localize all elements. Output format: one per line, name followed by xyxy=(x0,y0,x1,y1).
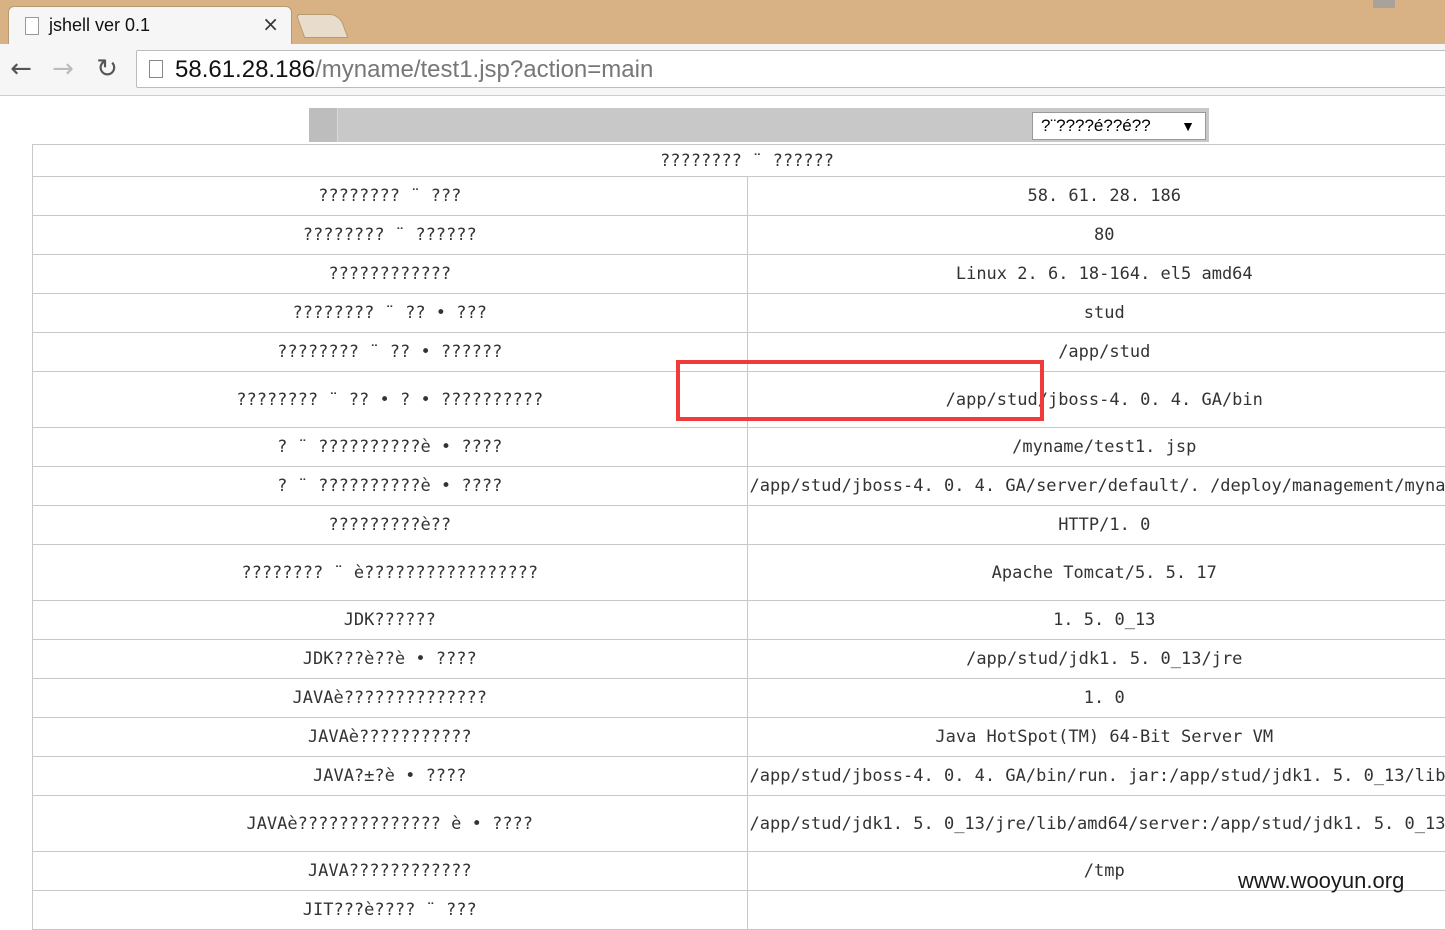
row-value: /app/stud/jboss-4. 0. 4. GA/bin/run. jar… xyxy=(747,757,1445,796)
select-value: ?¨????é??é?? xyxy=(1041,116,1151,135)
forward-icon[interactable]: → xyxy=(48,54,78,84)
table-row: ???????? ¨ è?????????????????Apache Tomc… xyxy=(33,545,1445,601)
table-row: ???????? ¨ ??????80 xyxy=(33,216,1445,255)
highlight-box xyxy=(676,360,1044,421)
table-row: JIT???è???? ¨ ??? xyxy=(33,891,1445,930)
table-row: JDK???è??è • ????/app/stud/jdk1. 5. 0_13… xyxy=(33,640,1445,679)
table-row: ????????????Linux 2. 6. 18-164. el5 amd6… xyxy=(33,255,1445,294)
row-label: JIT???è???? ¨ ??? xyxy=(33,891,748,930)
browser-tab[interactable]: jshell ver 0.1 × xyxy=(8,6,292,44)
table-row: ? ¨ ??????????è • ????/app/stud/jboss-4.… xyxy=(33,467,1445,506)
table-row: JDK??????1. 5. 0_13 xyxy=(33,601,1445,640)
chevron-down-icon: ▼ xyxy=(1181,113,1195,139)
back-icon[interactable]: ← xyxy=(6,54,36,84)
row-label: JAVA???????????? xyxy=(33,852,748,891)
row-label: ???????? ¨ ?? • ?????? xyxy=(33,333,748,372)
table-row: ???????? ¨ ?? • ???stud xyxy=(33,294,1445,333)
row-label: ?????????è?? xyxy=(33,506,748,545)
row-label: ???????? ¨ è????????????????? xyxy=(33,545,748,601)
url-path: /myname/test1.jsp?action=main xyxy=(315,56,653,83)
row-label: ? ¨ ??????????è • ???? xyxy=(33,467,748,506)
row-label: ???????? ¨ ??? xyxy=(33,177,748,216)
row-value: stud xyxy=(747,294,1445,333)
row-label: JAVA?±?è • ???? xyxy=(33,757,748,796)
row-value: /app/stud/jdk1. 5. 0_13/jre/lib/amd64/se… xyxy=(747,796,1445,852)
row-label: JAVAè?????????????? xyxy=(33,679,748,718)
page-icon xyxy=(149,60,163,78)
row-label: JDK???è??è • ???? xyxy=(33,640,748,679)
row-value: /app/stud/jboss-4. 0. 4. GA/server/defau… xyxy=(747,467,1445,506)
page-icon xyxy=(25,17,39,35)
window-control[interactable] xyxy=(1373,0,1395,8)
row-value: Linux 2. 6. 18-164. el5 amd64 xyxy=(747,255,1445,294)
row-value: 58. 61. 28. 186 xyxy=(747,177,1445,216)
url-text[interactable]: 58.61.28.186/myname/test1.jsp?action=mai… xyxy=(175,56,653,84)
row-value: 1. 0 xyxy=(747,679,1445,718)
top-bar-segment xyxy=(309,108,338,142)
tab-strip: jshell ver 0.1 × xyxy=(0,0,1445,44)
watermark: www.wooyun.org xyxy=(1238,868,1404,894)
row-label: JDK?????? xyxy=(33,601,748,640)
row-label: JAVAè??????????? xyxy=(33,718,748,757)
row-value: Apache Tomcat/5. 5. 17 xyxy=(747,545,1445,601)
reload-icon[interactable]: ↻ xyxy=(92,54,122,84)
url-host: 58.61.28.186 xyxy=(175,56,315,83)
new-tab-button[interactable] xyxy=(296,14,349,38)
row-label: ???????????? xyxy=(33,255,748,294)
table-row: ???????? ¨ ???58. 61. 28. 186 xyxy=(33,177,1445,216)
address-bar[interactable]: 58.61.28.186/myname/test1.jsp?action=mai… xyxy=(136,50,1445,88)
table-row: JAVAè??????????????1. 0 xyxy=(33,679,1445,718)
table-row: JAVAè?????????????? è • ????/app/stud/jd… xyxy=(33,796,1445,852)
server-info-table: ???????? ¨ ?????? ???????? ¨ ???58. 61. … xyxy=(32,144,1445,930)
row-label: JAVAè?????????????? è • ???? xyxy=(33,796,748,852)
row-label: ???????? ¨ ?? • ? • ?????????? xyxy=(33,372,748,428)
table-header-row: ???????? ¨ ?????? xyxy=(33,145,1445,177)
browser-toolbar: ← → ↻ 58.61.28.186/myname/test1.jsp?acti… xyxy=(0,44,1445,96)
table-row: JAVAè???????????Java HotSpot(TM) 64-Bit … xyxy=(33,718,1445,757)
row-value: 1. 5. 0_13 xyxy=(747,601,1445,640)
row-value: /myname/test1. jsp xyxy=(747,428,1445,467)
table-row: JAVA????????????/tmp xyxy=(33,852,1445,891)
row-value: 80 xyxy=(747,216,1445,255)
row-value: /app/stud/jdk1. 5. 0_13/jre xyxy=(747,640,1445,679)
row-value xyxy=(747,891,1445,930)
row-label: ???????? ¨ ?????? xyxy=(33,216,748,255)
row-value: Java HotSpot(TM) 64-Bit Server VM xyxy=(747,718,1445,757)
row-label: ? ¨ ??????????è • ???? xyxy=(33,428,748,467)
close-icon[interactable]: × xyxy=(262,13,279,35)
table-row: JAVA?±?è • ????/app/stud/jboss-4. 0. 4. … xyxy=(33,757,1445,796)
row-label: ???????? ¨ ?? • ??? xyxy=(33,294,748,333)
table-row: ?????????è??HTTP/1. 0 xyxy=(33,506,1445,545)
row-value: HTTP/1. 0 xyxy=(747,506,1445,545)
table-header: ???????? ¨ ?????? xyxy=(33,145,1445,177)
action-select[interactable]: ?¨????é??é?? ▼ xyxy=(1032,112,1206,140)
tab-title: jshell ver 0.1 xyxy=(49,15,150,36)
table-row: ? ¨ ??????????è • ????/myname/test1. jsp xyxy=(33,428,1445,467)
